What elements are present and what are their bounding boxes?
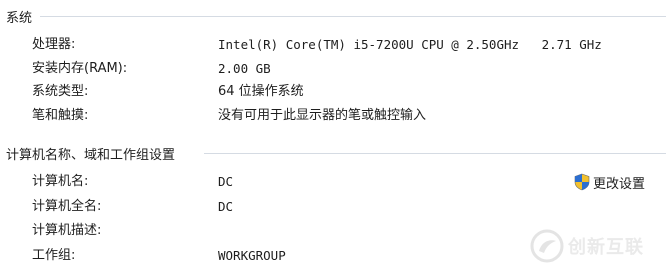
change-settings-link[interactable]: 更改设置	[573, 172, 645, 192]
processor-label: 处理器:	[32, 37, 76, 52]
workgroup-label: 工作组:	[32, 248, 76, 263]
full-computer-name-value: DC	[218, 199, 234, 214]
ram-label: 安装内存(RAM):	[32, 61, 128, 76]
full-computer-name-label: 计算机全名:	[32, 199, 102, 214]
computer-name-label: 计算机名:	[32, 174, 89, 189]
computer-section-header: 计算机名称、域和工作组设置	[6, 144, 176, 163]
computer-name-value: DC	[218, 174, 234, 189]
ram-value: 2.00 GB	[218, 61, 271, 76]
system-section-header: 系统	[6, 7, 33, 26]
computer-description-label: 计算机描述:	[32, 223, 102, 238]
system-section-divider	[40, 16, 666, 17]
computer-section-title: 计算机名称、域和工作组设置	[6, 147, 176, 163]
ram-row: 安装内存(RAM): 2.00 GB	[0, 59, 671, 79]
computer-section-divider	[204, 153, 666, 154]
watermark-logo-icon	[530, 229, 564, 263]
watermark-text: 创新互联	[568, 237, 644, 258]
system-type-label: 系统类型:	[32, 84, 89, 99]
workgroup-value: WORKGROUP	[218, 248, 286, 263]
system-type-value: 64 位操作系统	[218, 84, 304, 99]
change-settings-label: 更改设置	[593, 176, 646, 192]
pen-touch-row: 笔和触摸: 没有可用于此显示器的笔或触控输入	[0, 106, 671, 126]
computer-name-row: 计算机名: DC	[0, 172, 671, 192]
pen-touch-value: 没有可用于此显示器的笔或触控输入	[218, 108, 427, 123]
system-section-title: 系统	[6, 10, 33, 26]
uac-shield-icon	[574, 173, 590, 191]
system-type-row: 系统类型: 64 位操作系统	[0, 82, 671, 102]
processor-row: 处理器: Intel(R) Core(TM) i5-7200U CPU @ 2.…	[0, 35, 671, 55]
full-computer-name-row: 计算机全名: DC	[0, 197, 671, 217]
processor-value: Intel(R) Core(TM) i5-7200U CPU @ 2.50GHz…	[218, 37, 602, 52]
pen-touch-label: 笔和触摸:	[32, 108, 89, 123]
watermark: 创新互联	[530, 228, 644, 264]
